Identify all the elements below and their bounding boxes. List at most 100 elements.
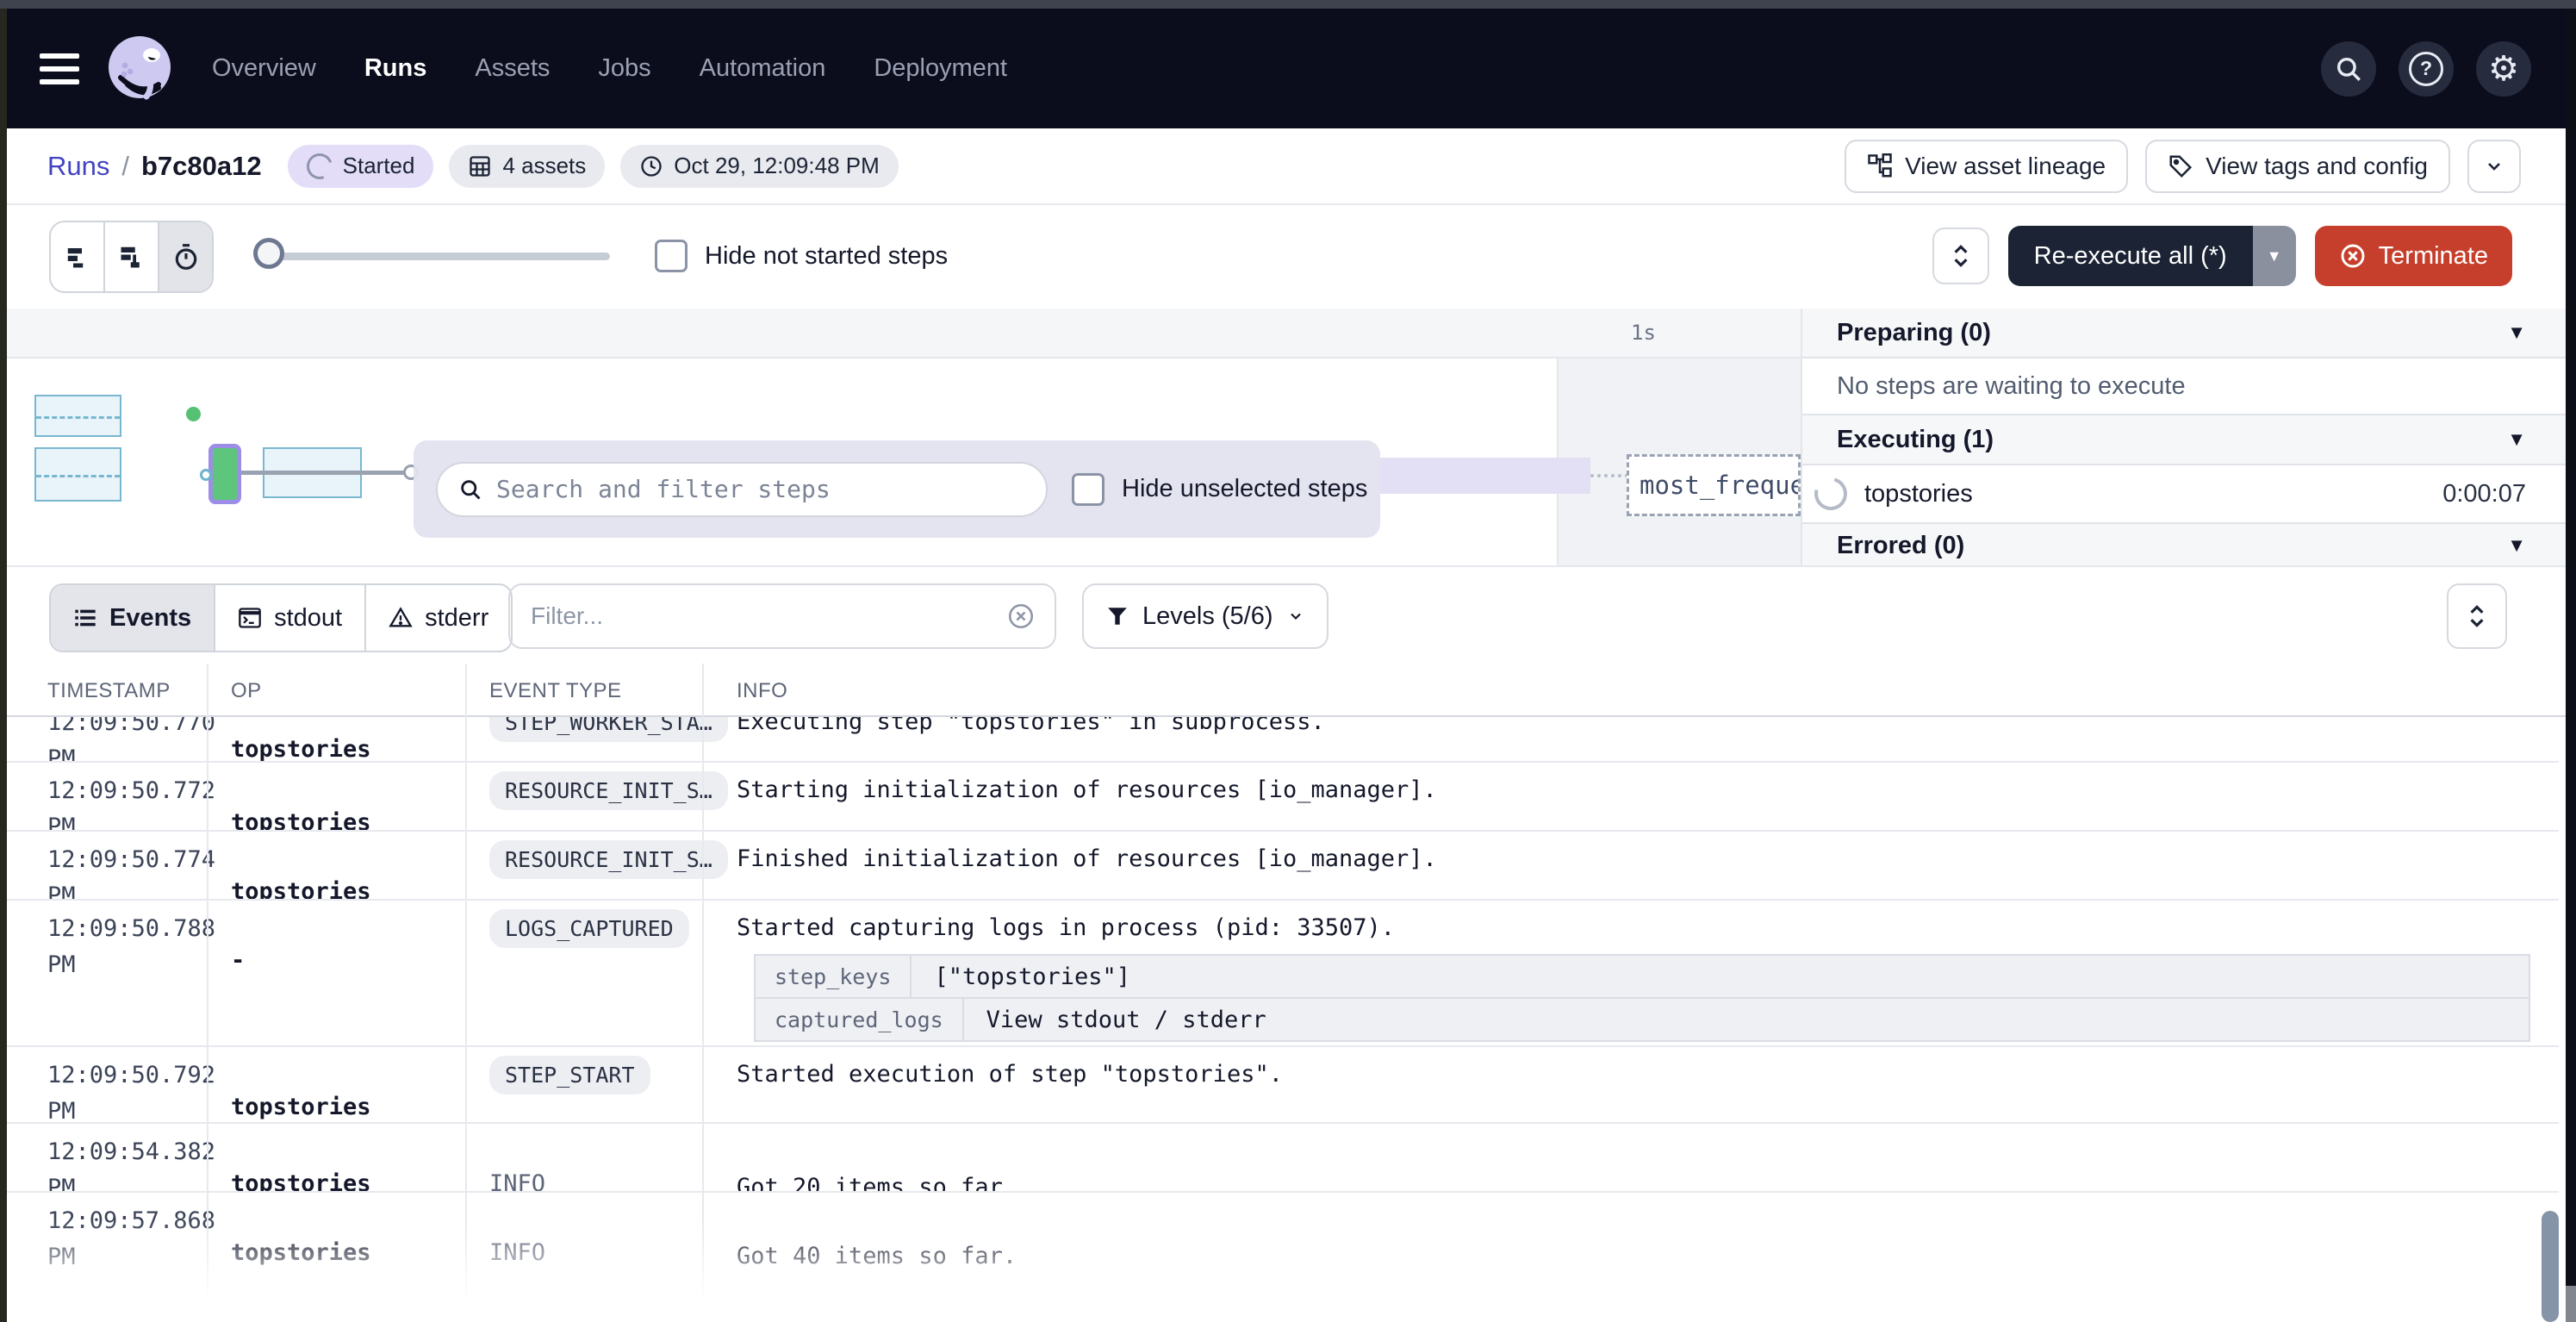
collapse-caret-icon[interactable]: ▼ [2507, 321, 2526, 344]
nav-assets[interactable]: Assets [475, 54, 550, 83]
event-type-pill: RESOURCE_INIT_S… [489, 840, 728, 879]
gantt-timing-view-button[interactable] [158, 222, 212, 291]
hide-unselected-label: Hide unselected steps [1122, 475, 1367, 503]
view-tags-config-button[interactable]: View tags and config [2145, 140, 2450, 193]
reexecute-all-button[interactable]: Re-execute all (*) [2008, 226, 2253, 286]
step-search-box [436, 462, 1048, 517]
tab-stdout[interactable]: stdout [214, 585, 364, 651]
table-row[interactable]: 12:09:50.774PM topstories RESOURCE_INIT_… [7, 832, 2559, 901]
events-table-header: TIMESTAMP OP EVENT TYPE INFO [7, 664, 2566, 717]
search-icon[interactable] [2321, 41, 2376, 97]
warning-triangle-icon [389, 606, 413, 630]
gantt-dependency-line [241, 471, 410, 475]
view-stdout-stderr-link[interactable]: View stdout / stderr [964, 997, 2530, 1042]
event-type-text: INFO [489, 1239, 545, 1266]
gantt-timeline-header: 1s [7, 309, 1801, 359]
collapse-caret-icon[interactable]: ▼ [2507, 428, 2526, 451]
gantt-waterfall-view-button[interactable] [103, 222, 158, 291]
status-badge: Started [288, 145, 434, 188]
grid-icon [468, 154, 492, 178]
gantt-step-unstarted-1[interactable] [34, 395, 121, 437]
levels-dropdown[interactable]: Levels (5/6) [1082, 583, 1328, 649]
nav-overview[interactable]: Overview [212, 54, 316, 83]
settings-gear-icon[interactable]: ⚙ [2476, 41, 2531, 97]
panel-section-executing[interactable]: Executing (1) ▼ [1802, 415, 2566, 465]
step-status-panel: Preparing (0) ▼ No steps are waiting to … [1801, 309, 2566, 567]
gantt-step-unstarted-2[interactable] [34, 447, 121, 502]
gantt-zoom-slider-track[interactable] [265, 253, 610, 260]
run-header-actions: View asset lineage View tags and config [1845, 140, 2521, 193]
gantt-toolbar: Hide not started steps Re-execute all (*… [7, 205, 2566, 310]
terminal-icon [238, 606, 262, 630]
hide-not-started-checkbox[interactable] [655, 240, 688, 272]
reexecute-options-caret[interactable]: ▼ [2253, 226, 2296, 286]
gantt-step-label-most-frequent[interactable]: most_frequent [1627, 454, 1801, 516]
terminate-button[interactable]: Terminate [2315, 226, 2512, 286]
log-tabs: Events stdout stderr [49, 583, 513, 652]
tab-stderr[interactable]: stderr [364, 585, 511, 651]
breadcrumb-separator: / [121, 151, 129, 182]
spinner-icon [1808, 471, 1853, 516]
nav-automation[interactable]: Automation [700, 54, 826, 83]
window-edge-left [0, 9, 7, 1322]
search-icon [458, 477, 482, 502]
hide-unselected-checkbox[interactable] [1072, 473, 1104, 506]
step-search-input[interactable] [495, 474, 1025, 504]
hide-not-started-control: Hide not started steps [655, 240, 948, 272]
view-asset-lineage-button[interactable]: View asset lineage [1845, 140, 2128, 193]
table-row[interactable]: 12:09:50.772PM topstories RESOURCE_INIT_… [7, 763, 2559, 832]
table-row[interactable]: 12:09:54.382PM topstories INFO Got 20 it… [7, 1124, 2559, 1193]
clear-filter-icon[interactable] [1006, 602, 1036, 631]
waterfall-view-icon [119, 244, 145, 270]
panel-section-errored[interactable]: Errored (0) ▼ [1802, 524, 2566, 567]
column-divider [207, 664, 208, 1322]
table-row[interactable]: 12:09:50.788PM - LOGS_CAPTURED Started c… [7, 901, 2559, 1047]
collapse-caret-icon[interactable]: ▼ [2507, 534, 2526, 557]
top-nav: Overview Runs Assets Jobs Automation Dep… [0, 9, 2576, 128]
panel-executing-step-row[interactable]: topstories 0:00:07 [1802, 465, 2566, 524]
dagster-logo[interactable] [103, 33, 176, 105]
menu-icon[interactable] [40, 53, 79, 84]
breadcrumb-runs-link[interactable]: Runs [47, 151, 109, 182]
run-actions-chevron-button[interactable] [2467, 140, 2521, 193]
gantt-dotted-leader [1590, 474, 1628, 477]
gantt-step-dot[interactable] [186, 407, 201, 421]
assets-badge[interactable]: 4 assets [449, 145, 605, 188]
nav-runs[interactable]: Runs [364, 54, 427, 83]
event-type-pill: RESOURCE_INIT_S… [489, 771, 728, 810]
up-down-chevrons-icon [2466, 602, 2488, 630]
table-row[interactable]: 12:09:50.792PM topstories STEP_START Sta… [7, 1047, 2559, 1124]
table-row[interactable]: 12:09:57.868PM topstories INFO Got 40 it… [7, 1193, 2559, 1322]
gantt-chart: 1s most_frequent Hide unselected steps [7, 309, 1801, 567]
log-filter-input[interactable] [529, 602, 992, 631]
window-scrollbar-track[interactable] [2566, 9, 2576, 1322]
table-scrollbar-thumb[interactable] [2542, 1211, 2559, 1322]
chevron-down-icon [1287, 608, 1304, 625]
nav-deployment[interactable]: Deployment [874, 54, 1007, 83]
gantt-zoom-slider-handle[interactable] [253, 238, 284, 269]
breadcrumb: Runs / b7c80a12 [47, 151, 262, 182]
table-row[interactable]: 12:09:50.770PM topstories STEP_WORKER_ST… [7, 717, 2559, 763]
help-icon[interactable]: ? [2399, 41, 2454, 97]
tag-icon [2168, 153, 2193, 179]
log-expand-button[interactable] [2447, 583, 2507, 649]
nav-jobs[interactable]: Jobs [598, 54, 650, 83]
tab-events[interactable]: Events [51, 585, 214, 651]
run-header-row: Runs / b7c80a12 Started 4 assets Oct 29, [7, 128, 2566, 205]
window-scrollbar-foot [2566, 1286, 2576, 1322]
terminate-circle-x-icon [2339, 242, 2367, 270]
expand-collapse-button[interactable] [1932, 228, 1989, 284]
executing-step-elapsed: 0:00:07 [2442, 480, 2526, 508]
col-timestamp: TIMESTAMP [47, 679, 171, 703]
metadata-row: step_keys ["topstories"] [754, 954, 2530, 999]
gantt-flat-view-button[interactable] [51, 222, 103, 291]
hide-unselected-control: Hide unselected steps [1072, 473, 1367, 506]
event-type-pill: STEP_WORKER_STA… [489, 717, 728, 742]
run-id: b7c80a12 [141, 151, 262, 182]
event-metadata-table: step_keys ["topstories"] captured_logs V… [754, 954, 2530, 1042]
column-divider [702, 664, 704, 1322]
dagster-run-page: Overview Runs Assets Jobs Automation Dep… [0, 0, 2576, 1322]
gantt-step-running-topstories[interactable] [208, 444, 241, 504]
panel-section-preparing[interactable]: Preparing (0) ▼ [1802, 309, 2566, 359]
gantt-step-pending-bar [1380, 458, 1590, 494]
